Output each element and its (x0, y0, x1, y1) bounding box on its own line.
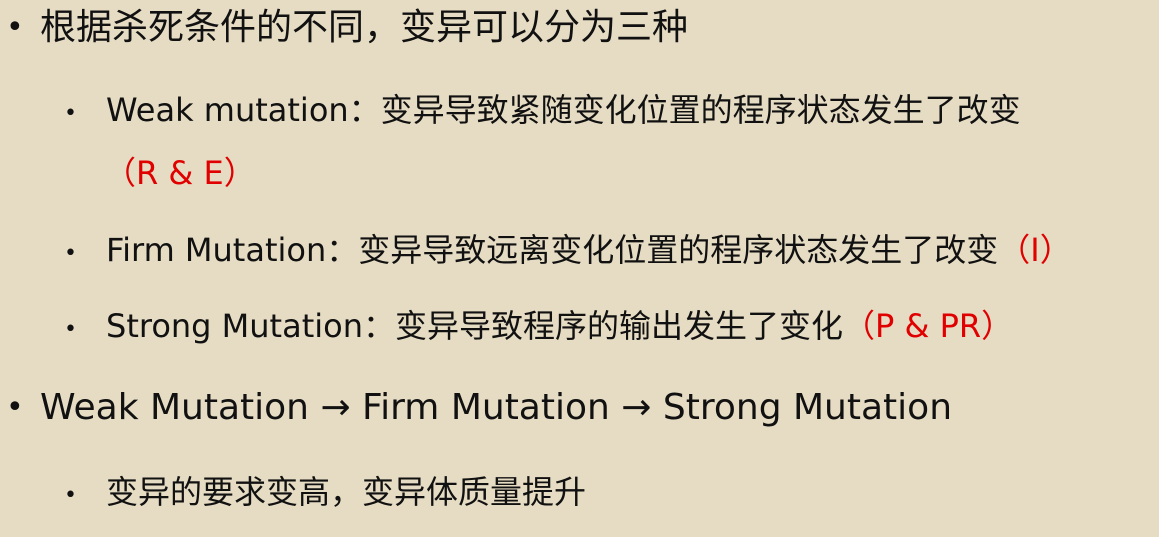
firm-mutation-text: Firm Mutation：变异导致远离变化位置的程序状态发生了改变（I） (106, 230, 1072, 270)
bullet-sub-marker: • (64, 317, 77, 342)
slide: • 根据杀死条件的不同，变异可以分为三种 • Weak mutation：变异导… (0, 0, 1159, 537)
bullet-main-marker: • (6, 390, 24, 425)
strong-mutation-tag: （P & PR） (843, 307, 1014, 345)
weak-mutation-tag: （R & E） (104, 154, 256, 192)
heading-kill-conditions: 根据杀死条件的不同，变异可以分为三种 (40, 7, 689, 48)
bullet-sub-marker: • (64, 483, 77, 508)
strong-mutation-description: Strong Mutation：变异导致程序的输出发生了变化 (106, 307, 844, 345)
bullet-sub-marker: • (64, 101, 77, 126)
mutation-hierarchy-text: Weak Mutation → Firm Mutation → Strong M… (40, 387, 953, 428)
bullet-sub-marker: • (64, 241, 77, 266)
bullet-main-marker: • (6, 10, 24, 45)
firm-mutation-tag: （I） (998, 231, 1072, 269)
strong-mutation-text: Strong Mutation：变异导致程序的输出发生了变化（P & PR） (106, 306, 1013, 346)
firm-mutation-description: Firm Mutation：变异导致远离变化位置的程序状态发生了改变 (106, 231, 999, 269)
requirement-text: 变异的要求变高，变异体质量提升 (106, 473, 587, 511)
weak-mutation-text: Weak mutation：变异导致紧随变化位置的程序状态发生了改变 (106, 91, 1021, 129)
